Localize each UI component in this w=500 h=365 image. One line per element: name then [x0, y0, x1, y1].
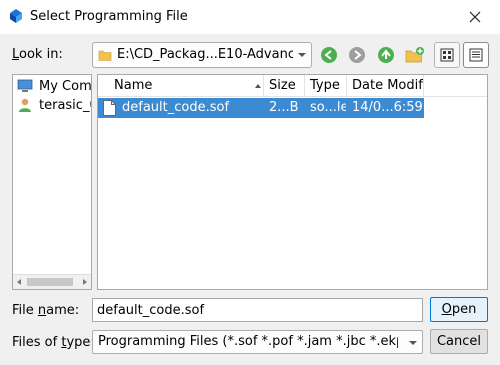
look-in-value: E:\CD_Packag...E10-Advanced [117, 47, 293, 62]
file-icon [103, 100, 116, 116]
file-size-cell: 2...B [269, 100, 299, 115]
new-folder-button[interactable] [404, 44, 426, 66]
scrollbar-thumb[interactable] [27, 278, 73, 286]
column-header-name[interactable]: Name [98, 75, 264, 97]
file-row[interactable]: default_code.sof 2...B so...le 14/0...6:… [98, 98, 424, 118]
user-icon [19, 98, 31, 112]
column-header-date-modified[interactable]: Date Modified [347, 75, 424, 97]
sidebar-item-label: My Comp [39, 78, 92, 94]
parent-directory-button[interactable] [375, 44, 397, 66]
sidebar-item-my-computer[interactable]: My Comp [17, 77, 92, 95]
file-type-combobox[interactable]: Programming Files (*.sof *.pof *.jam *.j… [92, 330, 423, 354]
sidebar: My Comp terasic_00 [12, 74, 92, 290]
close-icon [469, 11, 481, 23]
file-list-header: Name Size Type Date Modified [98, 75, 487, 97]
folder-icon [98, 50, 112, 61]
column-header-size[interactable]: Size [264, 75, 305, 97]
file-type-value: Programming Files (*.sof *.pof *.jam *.j… [98, 334, 398, 349]
sort-ascending-icon [255, 84, 261, 88]
file-list: Name Size Type Date Modified default_cod… [97, 74, 488, 290]
back-button[interactable] [318, 44, 340, 66]
list-view-icon [440, 48, 454, 62]
open-button[interactable]: Open [430, 297, 488, 322]
window-title: Select Programming File [30, 9, 188, 24]
chevron-down-icon [298, 53, 306, 57]
sidebar-horizontal-scrollbar[interactable] [13, 274, 91, 289]
parent-directory-icon [378, 47, 394, 63]
cancel-button[interactable]: Cancel [430, 329, 488, 354]
detail-view-button[interactable] [463, 42, 489, 68]
column-header-type[interactable]: Type [305, 75, 347, 97]
new-folder-icon [405, 47, 424, 63]
detail-view-icon [469, 48, 483, 62]
sidebar-item-user[interactable]: terasic_00 [17, 96, 91, 114]
computer-icon [17, 79, 33, 92]
file-name-input[interactable] [92, 298, 423, 322]
list-view-button[interactable] [434, 42, 460, 68]
scroll-left-icon [17, 279, 21, 285]
back-arrow-icon [321, 47, 337, 63]
file-name-label: File name: [12, 303, 80, 318]
scroll-right-icon [83, 279, 87, 285]
quartus-logo-icon [10, 9, 22, 23]
look-in-label: Look in: [12, 47, 63, 62]
file-type-label: Files of type: [12, 335, 95, 350]
look-in-combobox[interactable]: E:\CD_Packag...E10-Advanced [92, 42, 312, 68]
forward-button[interactable] [346, 44, 368, 66]
file-type-cell: so...le [310, 100, 346, 115]
file-name-cell: default_code.sof [122, 100, 230, 115]
sidebar-item-label: terasic_00 [39, 97, 91, 113]
chevron-down-icon [409, 341, 417, 345]
forward-arrow-icon [349, 47, 365, 63]
title-bar: Select Programming File [0, 0, 500, 34]
close-button[interactable] [458, 2, 492, 32]
file-date-cell: 14/0...6:59 [352, 100, 422, 115]
